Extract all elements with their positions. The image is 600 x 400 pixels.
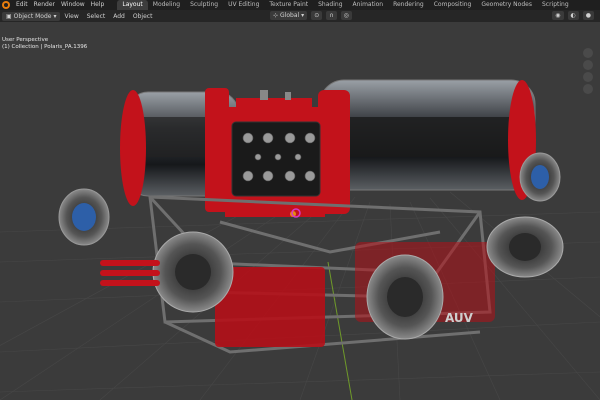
auv-logo: AUV [445,311,474,325]
tab-sculpting[interactable]: Sculpting [185,0,223,10]
orientation-dropdown[interactable]: ⊹ Global ▾ [270,11,308,20]
electronics-bulkhead [225,90,325,217]
menu-edit[interactable]: Edit [13,0,31,10]
viewport-shading-tools: ◉ ◐ ● [552,11,594,20]
left-red-rods [100,260,160,286]
perspective-label: User Perspective [2,37,49,43]
overlay-icon: ◐ [570,12,576,19]
workspace-tabs: Layout Modeling Sculpting UV Editing Tex… [117,0,573,10]
viewport-header: ▣ Object Mode ▾ View Select Add Object ⊹… [0,10,600,22]
menu-help[interactable]: Help [88,0,108,10]
camera-icon[interactable] [583,72,593,82]
proportional-edit-toggle[interactable]: ◎ [340,11,352,20]
shading-toggle[interactable]: ● [582,11,594,20]
menu-select[interactable]: Select [83,13,110,20]
blender-logo-icon[interactable] [2,1,10,9]
tab-modeling[interactable]: Modeling [148,0,185,10]
navigation-gizmo [578,46,598,96]
zoom-icon[interactable] [583,48,593,58]
pan-hand-icon[interactable] [583,60,593,70]
menu-object[interactable]: Object [129,13,157,20]
tab-rendering[interactable]: Rendering [388,0,429,10]
eye-icon: ◉ [555,12,561,19]
tab-uv-editing[interactable]: UV Editing [223,0,264,10]
overlays-toggle[interactable]: ◐ [567,11,579,20]
tab-layout[interactable]: Layout [117,0,148,10]
tab-texture-paint[interactable]: Texture Paint [264,0,313,10]
pivot-dropdown[interactable]: ⊙ [311,11,323,20]
tab-animation[interactable]: Animation [348,0,389,10]
pivot-icon: ⊙ [314,12,320,19]
blender-window: Edit Render Window Help Layout Modeling … [0,0,600,400]
collection-label: (1) Collection | Polaris_PA.1396 [2,44,88,50]
chevron-down-icon: ▾ [53,12,57,20]
menu-view[interactable]: View [60,13,82,20]
y-axis-line [327,261,353,400]
chevron-down-icon: ▾ [301,12,305,19]
magnet-icon: ∩ [329,12,334,19]
mode-label: Object Mode [13,12,52,20]
proportional-icon: ◎ [343,12,349,19]
visibility-dropdown[interactable]: ◉ [552,11,564,20]
snap-toggle[interactable]: ∩ [326,11,337,20]
sphere-icon: ● [585,12,591,19]
menu-window[interactable]: Window [58,0,88,10]
tab-geometry-nodes[interactable]: Geometry Nodes [476,0,537,10]
top-menu-bar: Edit Render Window Help Layout Modeling … [0,0,600,10]
tab-shading[interactable]: Shading [313,0,347,10]
tab-scripting[interactable]: Scripting [537,0,574,10]
grid-view-icon[interactable] [583,84,593,94]
object-mode-icon: ▣ [6,12,12,20]
transform-tools: ⊹ Global ▾ ⊙ ∩ ◎ [270,11,352,20]
orientation-label: Global [280,12,300,19]
viewport-canvas: AUV [0,79,600,400]
3d-viewport[interactable]: AUV User Perspective (1) Collection | Po… [0,22,600,400]
menu-render[interactable]: Render [31,0,58,10]
mode-dropdown[interactable]: ▣ Object Mode ▾ [2,11,61,21]
tab-compositing[interactable]: Compositing [429,0,477,10]
orientation-icon: ⊹ [273,12,279,19]
menu-add[interactable]: Add [109,13,129,20]
